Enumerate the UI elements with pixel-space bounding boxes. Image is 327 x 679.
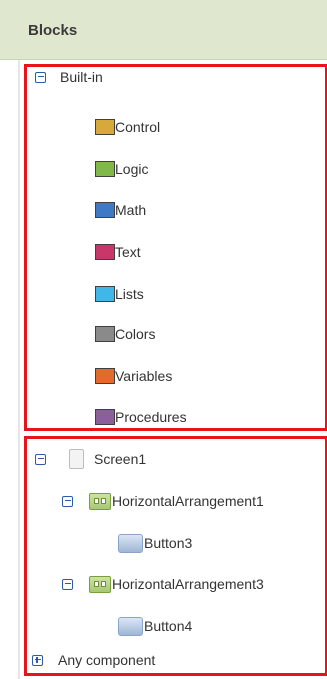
button-icon [118,616,143,636]
arrangement-label: HorizontalArrangement1 [112,493,264,509]
drawer-label: Text [115,244,141,260]
panel-left-rule [18,60,20,679]
arrangement-label: HorizontalArrangement3 [112,576,264,592]
variables-swatch-icon [95,368,115,384]
drawer-label: Variables [115,368,173,384]
button-label: Button4 [144,618,193,634]
button-tree-node[interactable]: Button4 [118,614,192,638]
button-icon [118,533,143,553]
any-component-tree-node[interactable]: Any component [32,648,155,672]
drawer-logic[interactable]: Logic [95,157,148,181]
components-highlight-box [24,436,327,676]
procedures-swatch-icon [95,409,115,425]
math-swatch-icon [95,202,115,218]
text-swatch-icon [95,244,115,260]
control-swatch-icon [95,119,115,135]
drawer-colors[interactable]: Colors [95,322,155,346]
drawer-label: Control [115,119,161,135]
colors-swatch-icon [95,326,115,342]
builtin-highlight-box [24,64,327,431]
screen-icon [69,449,84,469]
collapse-icon[interactable] [35,71,46,83]
drawer-procedures[interactable]: Procedures [95,405,187,429]
panel-title: Blocks [28,22,78,39]
builtin-tree-node[interactable]: Built-in [35,65,103,89]
button-tree-node[interactable]: Button3 [118,531,192,555]
arrangement-tree-node[interactable]: HorizontalArrangement1 [62,489,264,513]
horizontal-arrangement-icon [89,575,111,593]
horizontal-arrangement-icon [89,492,111,510]
builtin-label: Built-in [60,69,103,85]
drawer-label: Math [115,202,147,218]
screen-label: Screen1 [94,451,147,467]
screen-tree-node[interactable]: Screen1 [35,447,146,471]
collapse-icon[interactable] [62,578,73,590]
logic-swatch-icon [95,161,115,177]
expand-icon[interactable] [32,654,43,666]
lists-swatch-icon [95,286,115,302]
drawer-control[interactable]: Control [95,115,160,139]
blocks-panel-header: Blocks [0,0,327,60]
drawer-label: Colors [115,326,156,342]
any-component-label: Any component [58,652,156,668]
button-label: Button3 [144,535,193,551]
drawer-label: Logic [115,161,149,177]
drawer-math[interactable]: Math [95,198,146,222]
drawer-variables[interactable]: Variables [95,364,172,388]
drawer-text[interactable]: Text [95,240,141,264]
collapse-icon[interactable] [62,495,73,507]
drawer-lists[interactable]: Lists [95,282,144,306]
drawer-label: Procedures [115,409,187,425]
collapse-icon[interactable] [35,453,46,465]
drawer-label: Lists [115,286,144,302]
arrangement-tree-node[interactable]: HorizontalArrangement3 [62,572,264,596]
